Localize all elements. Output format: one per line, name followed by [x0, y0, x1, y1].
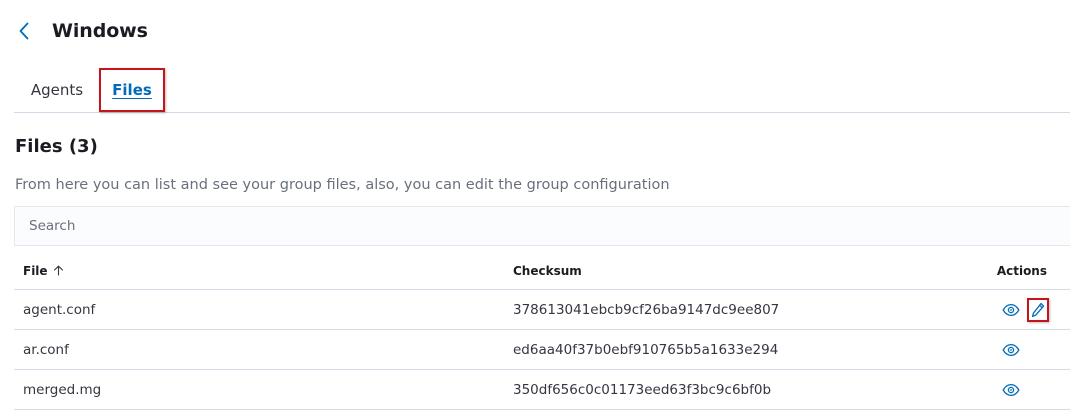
table-row: ar.conf ed6aa40f37b0ebf910765b5a1633e294: [14, 330, 1070, 370]
page-header: Windows: [18, 16, 148, 46]
section-title: Files (3): [15, 136, 98, 157]
search-input[interactable]: [15, 207, 1070, 245]
column-header-checksum[interactable]: Checksum: [513, 252, 582, 289]
edit-file-button[interactable]: [1027, 297, 1049, 322]
eye-icon: [1002, 383, 1020, 396]
row-actions: [1000, 290, 1049, 329]
section-description: From here you can list and see your grou…: [15, 177, 670, 193]
column-header-file[interactable]: File: [23, 252, 64, 289]
tab-bar: Agents Files: [14, 68, 1070, 113]
arrow-up-icon: [53, 265, 64, 276]
file-name: agent.conf: [23, 301, 96, 318]
files-table: File Checksum Actions agent.conf 3786130…: [14, 252, 1070, 410]
eye-icon: [1002, 343, 1020, 356]
row-actions: [1000, 370, 1022, 409]
file-checksum: ed6aa40f37b0ebf910765b5a1633e294: [513, 341, 779, 358]
eye-icon: [1002, 303, 1020, 316]
file-checksum: 378613041ebcb9cf26ba9147dc9ee807: [513, 301, 780, 318]
view-file-button[interactable]: [1000, 379, 1022, 401]
tab-agents-label: Agents: [30, 81, 84, 99]
file-checksum: 350df656c0c01173eed63f3bc9c6bf0b: [513, 381, 772, 398]
table-header-row: File Checksum Actions: [14, 252, 1070, 290]
file-name: ar.conf: [23, 341, 69, 358]
view-file-button[interactable]: [1000, 299, 1022, 321]
row-actions: [1000, 330, 1022, 369]
chevron-left-icon: [19, 22, 29, 40]
file-name: merged.mg: [23, 381, 102, 398]
table-row: merged.mg 350df656c0c01173eed63f3bc9c6bf…: [14, 370, 1070, 410]
tab-files[interactable]: Files: [99, 68, 165, 112]
column-header-file-label: File: [23, 263, 48, 278]
tab-agents[interactable]: Agents: [14, 68, 100, 112]
back-button[interactable]: [18, 17, 40, 45]
tab-files-label: Files: [112, 81, 152, 99]
column-header-actions: Actions: [996, 263, 1047, 278]
search-box: [14, 206, 1070, 246]
table-row: agent.conf 378613041ebcb9cf26ba9147dc9ee…: [14, 290, 1070, 330]
view-file-button[interactable]: [1000, 339, 1022, 361]
pencil-icon: [1031, 302, 1045, 317]
page-title: Windows: [52, 20, 148, 42]
